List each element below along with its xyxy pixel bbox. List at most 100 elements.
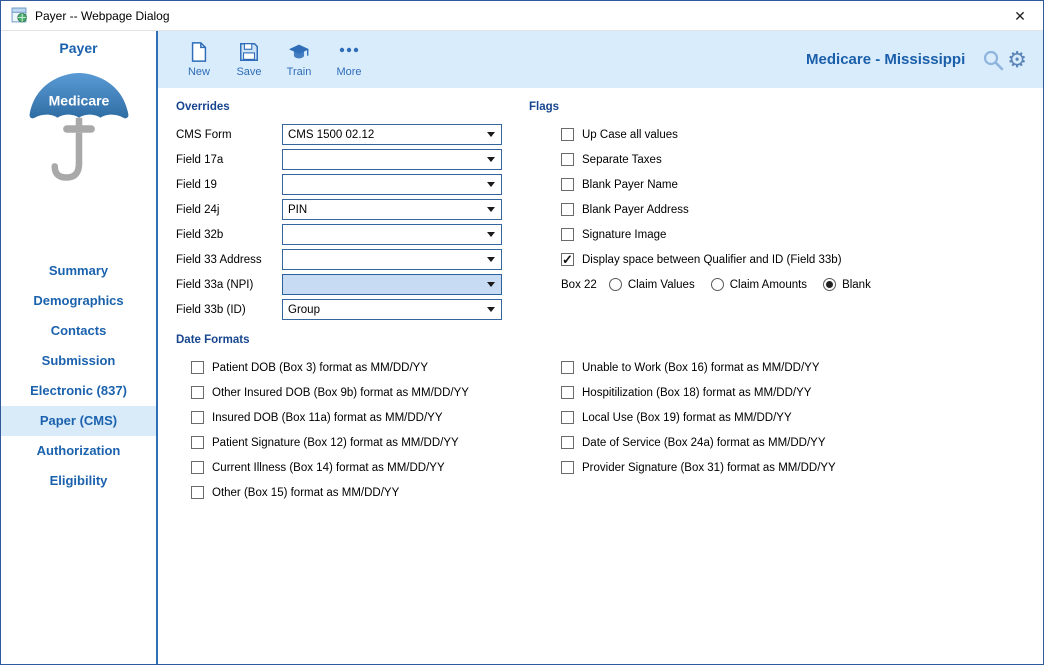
graduation-cap-icon xyxy=(288,44,310,59)
checkbox-label: Provider Signature (Box 31) format as MM… xyxy=(582,461,836,474)
radio-label: Blank xyxy=(842,278,871,291)
sidebar-item-label: Eligibility xyxy=(49,473,108,488)
settings-button[interactable]: ⚙ xyxy=(1007,46,1027,72)
more-button[interactable]: More xyxy=(324,36,374,84)
patient-dob-checkbox[interactable] xyxy=(191,361,204,374)
field-32b-select[interactable] xyxy=(282,224,502,245)
date-row-other-insured-dob: Other Insured DOB (Box 9b) format as MM/… xyxy=(191,380,561,405)
local-use-checkbox[interactable] xyxy=(561,411,574,424)
train-button[interactable]: Train xyxy=(274,36,324,84)
checkbox-label: Separate Taxes xyxy=(582,153,662,166)
sidebar-item-paper-cms[interactable]: Paper (CMS) xyxy=(1,406,156,436)
sidebar-item-electronic-837[interactable]: Electronic (837) xyxy=(1,376,156,406)
patient-signature-checkbox[interactable] xyxy=(191,436,204,449)
select-value: PIN xyxy=(288,203,308,216)
sidebar-item-eligibility[interactable]: Eligibility xyxy=(1,466,156,496)
sidebar-item-label: Submission xyxy=(41,353,116,368)
date-row-unable-to-work: Unable to Work (Box 16) format as MM/DD/… xyxy=(561,355,1025,380)
new-document-icon xyxy=(191,42,207,62)
sidebar-item-authorization[interactable]: Authorization xyxy=(1,436,156,466)
blank-payer-name-checkbox[interactable] xyxy=(561,178,574,191)
flag-row-blank-payer-address: Blank Payer Address xyxy=(561,197,1025,222)
flags-section: Flags Up Case all values Separate Taxes xyxy=(529,101,1025,322)
overrides-heading: Overrides xyxy=(176,101,230,113)
sidebar-item-label: Demographics xyxy=(33,293,124,308)
checkbox-label: Patient Signature (Box 12) format as MM/… xyxy=(212,436,459,449)
search-icon xyxy=(984,50,1004,70)
webpage-dialog-icon xyxy=(11,7,27,23)
checkbox-label: Current Illness (Box 14) format as MM/DD… xyxy=(212,461,445,474)
other-insured-dob-checkbox[interactable] xyxy=(191,386,204,399)
date-row-provider-signature: Provider Signature (Box 31) format as MM… xyxy=(561,455,1025,480)
date-row-patient-signature: Patient Signature (Box 12) format as MM/… xyxy=(191,430,561,455)
provider-signature-checkbox[interactable] xyxy=(561,461,574,474)
field-label: Field 19 xyxy=(176,178,217,191)
unable-to-work-checkbox[interactable] xyxy=(561,361,574,374)
sidebar-nav: Summary Demographics Contacts Submission… xyxy=(1,256,156,496)
field-label: Field 33 Address xyxy=(176,253,262,266)
date-formats-right-column: Unable to Work (Box 16) format as MM/DD/… xyxy=(561,355,1025,505)
checkbox-label: Other Insured DOB (Box 9b) format as MM/… xyxy=(212,386,469,399)
save-button[interactable]: Save xyxy=(224,36,274,84)
field-33-address-select[interactable] xyxy=(282,249,502,270)
gear-icon: ⚙ xyxy=(1007,46,1027,72)
checkbox-label: Signature Image xyxy=(582,228,667,241)
field-label: Field 24j xyxy=(176,203,220,216)
title-bar: Payer -- Webpage Dialog ✕ xyxy=(1,1,1043,31)
field-33a-npi-select[interactable] xyxy=(282,274,502,295)
date-row-hospitilization: Hospitilization (Box 18) format as MM/DD… xyxy=(561,380,1025,405)
overrides-section: Overrides CMS Form CMS 1500 02.12 Field … xyxy=(176,101,529,322)
field-row-cms-form: CMS Form CMS 1500 02.12 xyxy=(176,122,529,147)
sidebar-item-label: Summary xyxy=(48,263,109,278)
sidebar-item-demographics[interactable]: Demographics xyxy=(1,286,156,316)
box22-radio-group: Box 22 Claim Values Claim Amounts Blank xyxy=(561,272,1025,297)
save-button-label: Save xyxy=(236,66,262,78)
hospitilization-checkbox[interactable] xyxy=(561,386,574,399)
other-box15-checkbox[interactable] xyxy=(191,486,204,499)
date-row-current-illness: Current Illness (Box 14) format as MM/DD… xyxy=(191,455,561,480)
separate-taxes-checkbox[interactable] xyxy=(561,153,574,166)
context-title: Medicare - Mississippi xyxy=(806,51,966,68)
date-formats-left-column: Patient DOB (Box 3) format as MM/DD/YY O… xyxy=(191,355,561,505)
date-row-other-box15: Other (Box 15) format as MM/DD/YY xyxy=(191,480,561,505)
paper-cms-content: Overrides CMS Form CMS 1500 02.12 Field … xyxy=(158,88,1043,664)
date-row-insured-dob: Insured DOB (Box 11a) format as MM/DD/YY xyxy=(191,405,561,430)
date-of-service-checkbox[interactable] xyxy=(561,436,574,449)
cms-form-select[interactable]: CMS 1500 02.12 xyxy=(282,124,502,145)
upcase-checkbox[interactable] xyxy=(561,128,574,141)
field-row-24j: Field 24j PIN xyxy=(176,197,529,222)
sidebar-item-label: Paper (CMS) xyxy=(39,413,118,428)
claim-amounts-radio[interactable] xyxy=(710,278,724,291)
claim-values-radio[interactable] xyxy=(608,278,622,291)
new-button[interactable]: New xyxy=(174,36,224,84)
insured-dob-checkbox[interactable] xyxy=(191,411,204,424)
more-button-label: More xyxy=(336,66,362,78)
field-33b-id-select[interactable]: Group xyxy=(282,299,502,320)
payer-webpage-dialog: Payer -- Webpage Dialog ✕ Payer Medicare xyxy=(0,0,1044,665)
field-row-33-address: Field 33 Address xyxy=(176,247,529,272)
field-19-select[interactable] xyxy=(282,174,502,195)
field-24j-select[interactable]: PIN xyxy=(282,199,502,220)
close-icon[interactable]: ✕ xyxy=(1007,3,1033,29)
svg-text:Medicare: Medicare xyxy=(48,93,109,109)
sidebar-item-label: Authorization xyxy=(36,443,121,458)
field-17a-select[interactable] xyxy=(282,149,502,170)
sidebar-item-summary[interactable]: Summary xyxy=(1,256,156,286)
toolbar: New Save Train More Medicare - Mississip… xyxy=(158,31,1043,88)
sidebar-item-submission[interactable]: Submission xyxy=(1,346,156,376)
search-button[interactable] xyxy=(981,48,1005,72)
sidebar-item-label: Electronic (837) xyxy=(30,383,127,398)
checkbox-label: Display space between Qualifier and ID (… xyxy=(582,253,842,266)
sidebar-item-contacts[interactable]: Contacts xyxy=(1,316,156,346)
blank-payer-address-checkbox[interactable] xyxy=(561,203,574,216)
field-label: Field 33b (ID) xyxy=(176,303,246,316)
blank-radio[interactable] xyxy=(823,278,837,291)
current-illness-checkbox[interactable] xyxy=(191,461,204,474)
checkbox-label: Date of Service (Box 24a) format as MM/D… xyxy=(582,436,826,449)
display-space-checkbox[interactable] xyxy=(561,252,574,268)
checkbox-label: Insured DOB (Box 11a) format as MM/DD/YY xyxy=(212,411,443,424)
signature-image-checkbox[interactable] xyxy=(561,228,574,241)
select-value: Group xyxy=(288,303,320,316)
flag-row-separate-taxes: Separate Taxes xyxy=(561,147,1025,172)
flag-row-blank-payer-name: Blank Payer Name xyxy=(561,172,1025,197)
